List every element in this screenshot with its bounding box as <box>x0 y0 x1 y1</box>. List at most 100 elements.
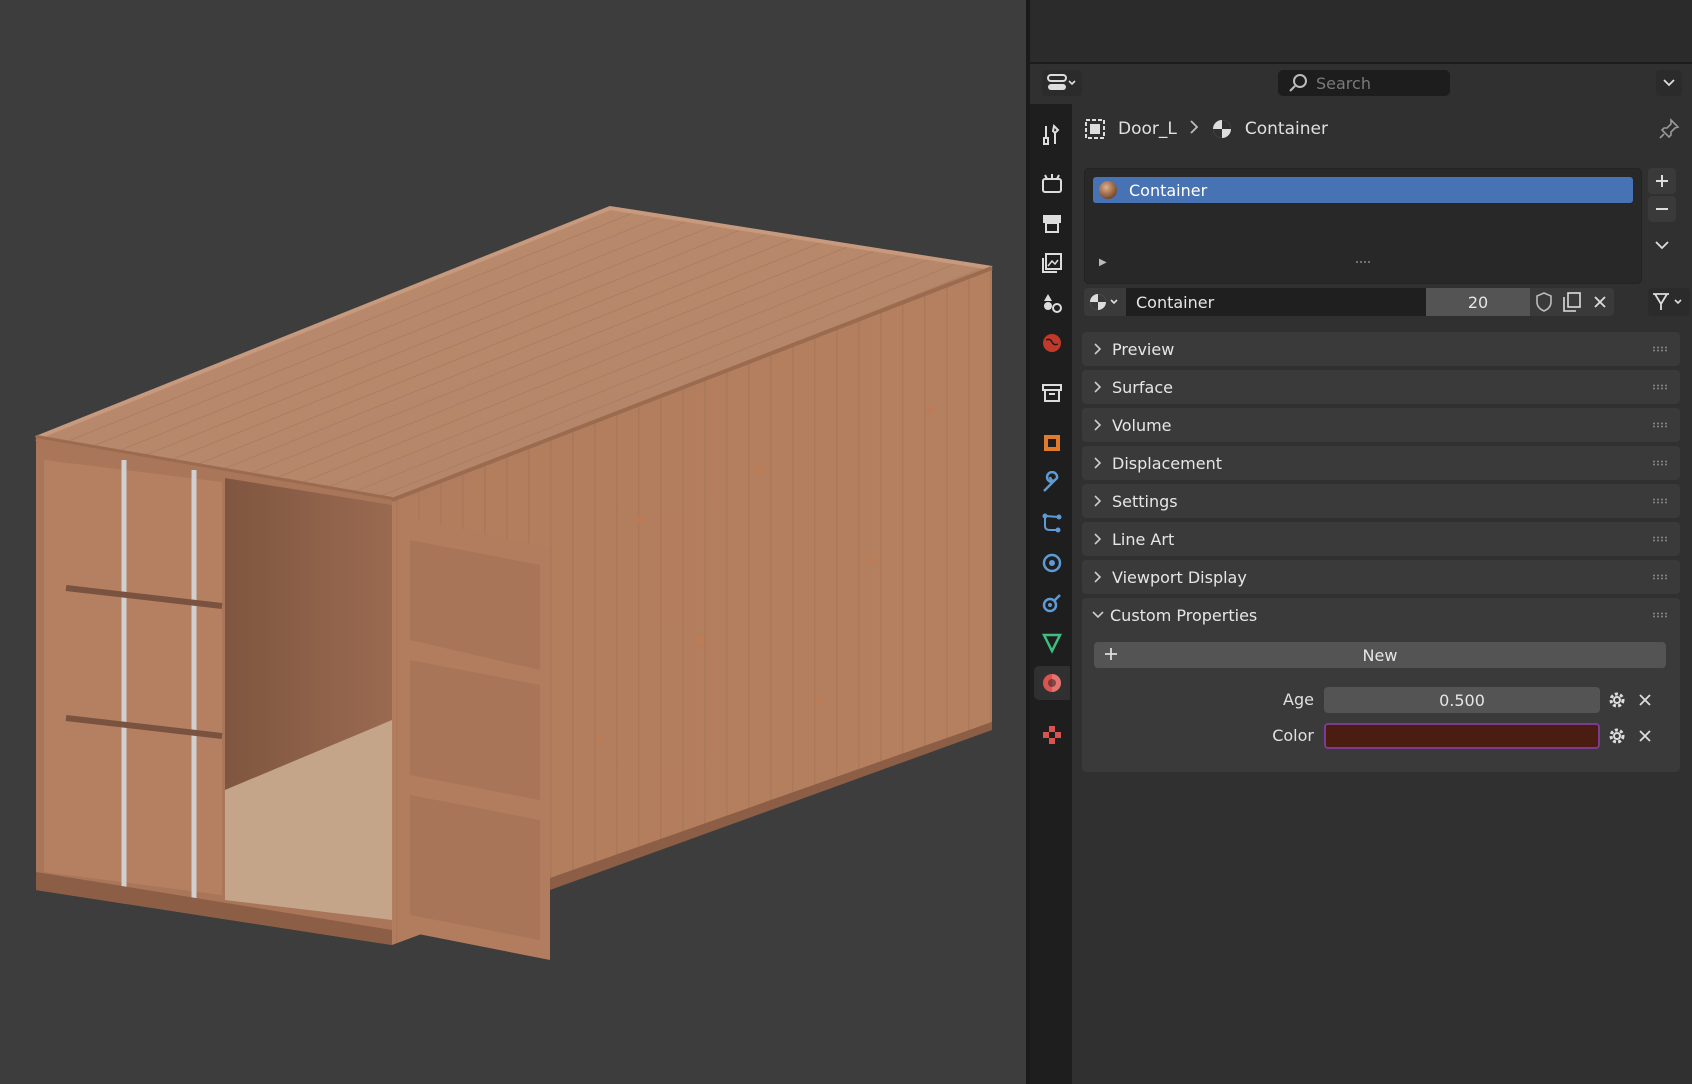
texture-tab[interactable] <box>1034 718 1070 752</box>
options-dropdown-button[interactable] <box>1656 70 1682 96</box>
panel-displacement[interactable]: Displacement <box>1082 446 1680 480</box>
drag-handle-icon[interactable] <box>1652 422 1668 428</box>
panel-line-art[interactable]: Line Art <box>1082 522 1680 556</box>
new-property-label: New <box>1362 645 1398 665</box>
property-age-edit-button[interactable] <box>1606 689 1628 711</box>
scene-tab[interactable] <box>1034 286 1070 320</box>
browse-material-button[interactable] <box>1084 288 1126 316</box>
physics-tab[interactable] <box>1034 546 1070 580</box>
breadcrumb-object: Door_L <box>1118 119 1177 139</box>
physics-icon <box>1042 553 1062 573</box>
properties-editor: Search Door_L Container Container ▶ Cont… <box>1030 0 1692 1084</box>
properties-header: Search <box>1030 64 1692 104</box>
drag-handle-icon[interactable] <box>1652 612 1668 618</box>
property-color-remove-button[interactable] <box>1634 725 1656 747</box>
breadcrumb-material: Container <box>1244 119 1328 139</box>
search-field[interactable]: Search <box>1278 70 1450 96</box>
particles-icon <box>1042 513 1062 533</box>
property-age-remove-button[interactable] <box>1634 689 1656 711</box>
material-name-field[interactable]: Container <box>1126 288 1426 316</box>
list-filter-toggle[interactable]: ▶ <box>1099 257 1107 268</box>
data-tab[interactable] <box>1034 626 1070 660</box>
material-slot-item[interactable]: Container <box>1093 177 1633 203</box>
panel-viewport-display[interactable]: Viewport Display <box>1082 560 1680 594</box>
material-slot-label: Container <box>1129 180 1208 200</box>
shield-icon <box>1536 292 1552 312</box>
pin-button[interactable] <box>1658 118 1680 144</box>
drag-handle-icon[interactable] <box>1652 536 1668 542</box>
property-color-swatch[interactable] <box>1324 723 1600 749</box>
add-slot-button[interactable] <box>1648 168 1676 194</box>
breadcrumb-separator <box>1189 119 1199 139</box>
drag-handle-icon[interactable] <box>1652 384 1668 390</box>
close-icon <box>1639 694 1651 706</box>
collection-tab[interactable] <box>1034 376 1070 410</box>
output-tab[interactable] <box>1034 206 1070 240</box>
chevron-right-icon <box>1094 571 1102 583</box>
render-icon <box>1042 174 1062 193</box>
3d-viewport[interactable] <box>0 0 1026 1084</box>
slot-side-buttons <box>1648 168 1678 260</box>
view-layer-tab[interactable] <box>1034 246 1070 280</box>
chevron-down-icon <box>1655 241 1669 250</box>
duplicate-material-button[interactable] <box>1558 288 1586 316</box>
search-icon <box>1289 74 1307 92</box>
collection-icon <box>1042 384 1062 402</box>
drag-handle-icon[interactable] <box>1652 460 1668 466</box>
property-color-edit-button[interactable] <box>1606 725 1628 747</box>
chevron-right-icon <box>1094 457 1102 469</box>
mesh-data-icon <box>1041 633 1063 654</box>
breadcrumb: Door_L Container <box>1084 116 1328 142</box>
panel-surface-label: Surface <box>1112 377 1173 397</box>
view-layer-icon <box>1042 253 1062 273</box>
wrench-icon <box>1043 471 1059 492</box>
property-age-field[interactable]: 0.500 <box>1324 687 1600 713</box>
unlink-material-button[interactable] <box>1586 288 1614 316</box>
chevron-right-icon <box>1190 120 1199 134</box>
material-slot-list[interactable]: Container ▶ <box>1084 168 1642 284</box>
node-link-button[interactable] <box>1648 288 1690 316</box>
new-property-button[interactable]: New <box>1094 642 1666 668</box>
panel-surface[interactable]: Surface <box>1082 370 1680 404</box>
texture-checker-icon <box>1043 726 1061 744</box>
chevron-right-icon <box>1094 533 1102 545</box>
render-tab[interactable] <box>1034 166 1070 200</box>
panel-preview-label: Preview <box>1112 339 1175 359</box>
material-browse-icon <box>1090 294 1118 310</box>
tool-icon <box>1043 123 1060 145</box>
slot-specials-button[interactable] <box>1648 232 1676 258</box>
material-users-count[interactable]: 20 <box>1426 288 1530 316</box>
property-color-label: Color <box>1272 726 1314 745</box>
panel-settings-label: Settings <box>1112 491 1178 511</box>
panel-custom-properties[interactable]: Custom Properties <box>1082 598 1680 632</box>
drag-handle-icon[interactable] <box>1652 346 1668 352</box>
list-resize-grip[interactable] <box>1355 259 1371 265</box>
panel-settings[interactable]: Settings <box>1082 484 1680 518</box>
constraints-icon <box>1042 594 1061 613</box>
material-tab[interactable] <box>1034 666 1070 700</box>
fake-user-button[interactable] <box>1530 288 1558 316</box>
constraints-tab[interactable] <box>1034 586 1070 620</box>
world-tab[interactable] <box>1034 326 1070 360</box>
chevron-down-icon <box>1092 611 1104 619</box>
panel-preview[interactable]: Preview <box>1082 332 1680 366</box>
editor-type-button[interactable] <box>1042 70 1082 96</box>
tool-tab[interactable] <box>1034 118 1070 152</box>
world-icon <box>1043 334 1061 352</box>
properties-content: Door_L Container Container ▶ Container 2… <box>1072 104 1692 1084</box>
material-icon <box>1043 674 1061 692</box>
scene-icon <box>1044 294 1062 313</box>
drag-handle-icon[interactable] <box>1652 498 1668 504</box>
modifier-tab[interactable] <box>1034 466 1070 500</box>
object-icon <box>1085 119 1105 139</box>
chevron-right-icon <box>1094 419 1102 431</box>
material-icon <box>1212 120 1231 138</box>
minus-icon <box>1656 208 1668 210</box>
object-tab[interactable] <box>1034 426 1070 460</box>
custom-properties-body: New Age 0.500 Color <box>1082 632 1680 772</box>
drag-handle-icon[interactable] <box>1652 574 1668 580</box>
close-icon <box>1594 296 1606 308</box>
particles-tab[interactable] <box>1034 506 1070 540</box>
panel-volume[interactable]: Volume <box>1082 408 1680 442</box>
remove-slot-button[interactable] <box>1648 196 1676 222</box>
